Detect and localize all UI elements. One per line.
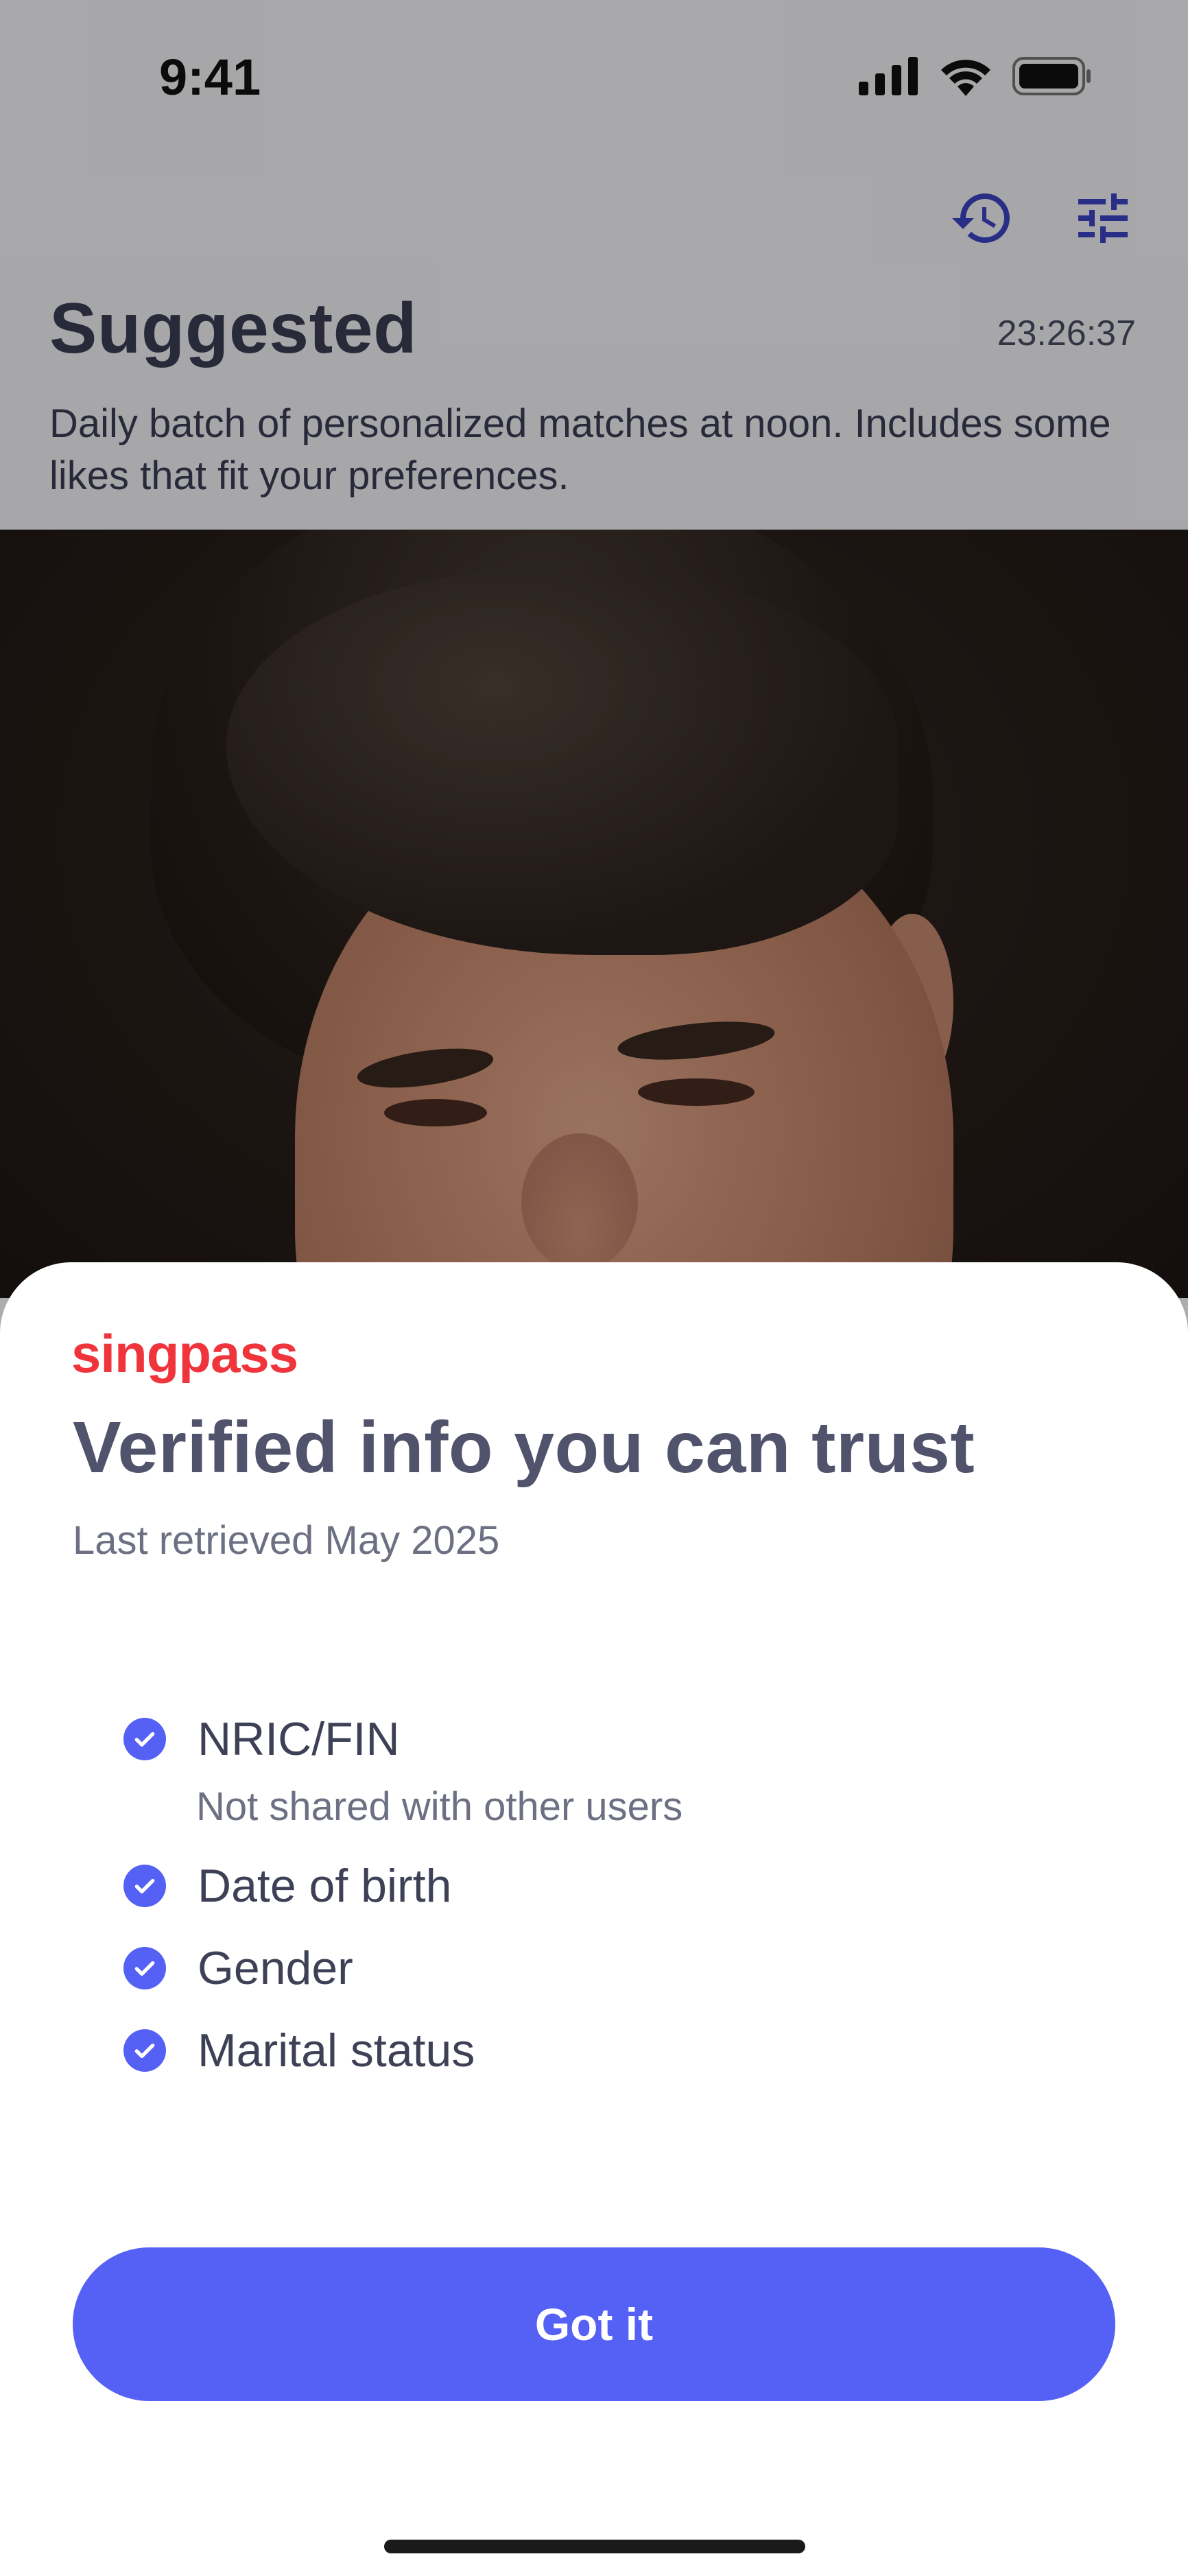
verified-item-nric: NRIC/FIN	[123, 1712, 400, 1766]
verified-item-marital-status: Marital status	[123, 2024, 475, 2077]
verified-item-note: Not shared with other users	[196, 1784, 683, 1829]
got-it-button[interactable]: Got it	[73, 2247, 1115, 2401]
sheet-title: Verified info you can trust	[73, 1407, 975, 1488]
verified-item-dob: Date of birth	[123, 1859, 451, 1913]
verified-item-gender: Gender	[123, 1941, 353, 1995]
verified-item-label: Date of birth	[198, 1860, 452, 1912]
app-screen: 9:41 Suggested 23:26:37 Daily batch of p…	[0, 0, 1188, 2576]
check-circle-icon	[123, 1865, 166, 1907]
sheet-subtitle: Last retrieved May 2025	[73, 1518, 500, 1563]
verified-item-label: Marital status	[198, 2024, 475, 2077]
check-circle-icon	[123, 1947, 166, 1989]
verified-item-label: NRIC/FIN	[198, 1713, 400, 1765]
home-indicator	[384, 2540, 805, 2553]
singpass-logo: singpass	[71, 1323, 298, 1384]
check-circle-icon	[123, 1718, 166, 1760]
verified-item-label: Gender	[198, 1942, 353, 1994]
check-circle-icon	[123, 2029, 166, 2072]
